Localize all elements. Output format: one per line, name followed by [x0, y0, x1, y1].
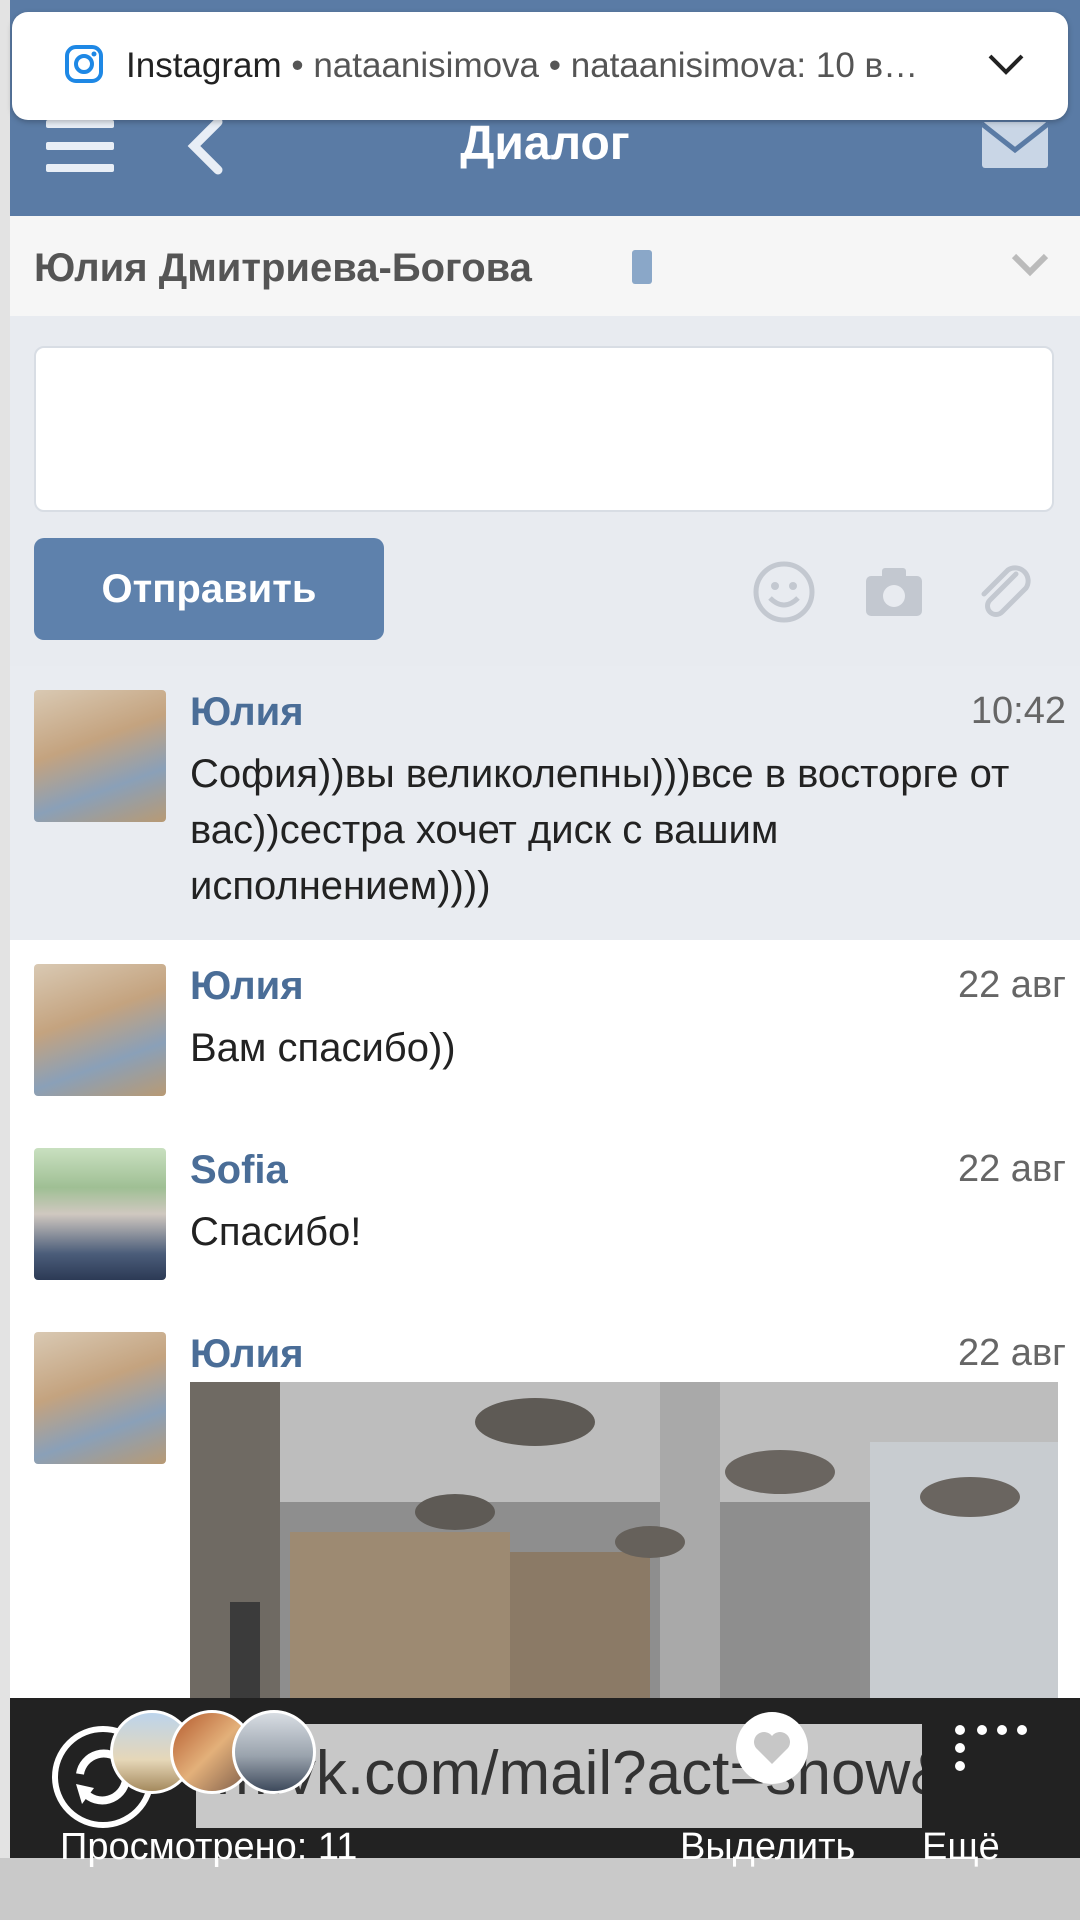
avatar[interactable] — [34, 964, 166, 1096]
send-button[interactable]: Отправить — [34, 538, 384, 640]
message-text: София))вы великолепны)))все в восторге о… — [190, 752, 1010, 908]
list-item[interactable]: Sofia 22 авг Спасибо! — [10, 1124, 1080, 1309]
avatar[interactable] — [34, 690, 166, 822]
emoji-icon[interactable] — [752, 560, 816, 624]
more-icon[interactable] — [950, 1722, 1030, 1782]
notification-text: Instagram • nataanisimova • nataanisimov… — [126, 42, 986, 90]
message-time: 22 авг — [957, 1148, 1066, 1190]
contact-name: Юлия Дмитриева-Богова — [34, 246, 532, 290]
camera-icon[interactable] — [862, 560, 926, 624]
avatar[interactable] — [34, 1148, 166, 1280]
message-author[interactable]: Sofia — [190, 1148, 288, 1193]
contact-bar[interactable]: Юлия Дмитриева-Богова — [10, 216, 1080, 317]
avatar[interactable] — [34, 1332, 166, 1464]
instagram-notification[interactable]: Instagram • nataanisimova • nataanisimov… — [12, 12, 1068, 120]
chevron-down-icon[interactable] — [986, 44, 1026, 84]
message-time: 22 авг — [957, 1332, 1066, 1374]
notification-app-name: Instagram — [126, 46, 282, 85]
message-input[interactable] — [34, 346, 1054, 512]
more-label[interactable]: Ещё — [922, 1826, 1000, 1869]
mobile-phone-icon — [632, 250, 652, 284]
message-text: Вам спасибо)) — [190, 1026, 456, 1070]
list-item[interactable]: Юлия 22 авг — [10, 1308, 1080, 1782]
list-item[interactable]: Юлия 22 авг Вам спасибо)) — [10, 940, 1080, 1125]
viewed-count-label[interactable]: Просмотрено: 11 — [60, 1826, 357, 1869]
notification-body: • nataanisimova • nataanisimova: 10 в… — [291, 46, 919, 85]
highlight-button[interactable] — [736, 1712, 808, 1784]
message-time: 10:42 — [970, 690, 1066, 732]
list-item[interactable]: Юлия 10:42 София))вы великолепны)))все в… — [10, 666, 1080, 941]
message-time: 22 авг — [957, 964, 1066, 1006]
highlight-label[interactable]: Выделить — [680, 1826, 855, 1869]
message-text: Спасибо! — [190, 1210, 362, 1254]
compose-area: Отправить — [10, 316, 1080, 666]
message-author[interactable]: Юлия — [190, 1332, 304, 1377]
message-author[interactable]: Юлия — [190, 690, 304, 735]
url-text: m.vk.com/mail?act=show&p — [216, 1739, 922, 1808]
viewer-avatar[interactable] — [232, 1710, 316, 1794]
attach-icon[interactable] — [972, 560, 1036, 624]
vk-dialog-screenshot: Диалог Юлия Дмитриева-Богова Отправить Ю… — [10, 0, 1080, 1920]
chevron-down-icon[interactable] — [1010, 250, 1050, 280]
message-author[interactable]: Юлия — [190, 964, 304, 1009]
page-title: Диалог — [460, 117, 630, 170]
instagram-icon — [65, 45, 103, 83]
heart-icon — [754, 1732, 790, 1764]
mail-icon[interactable] — [980, 120, 1050, 170]
